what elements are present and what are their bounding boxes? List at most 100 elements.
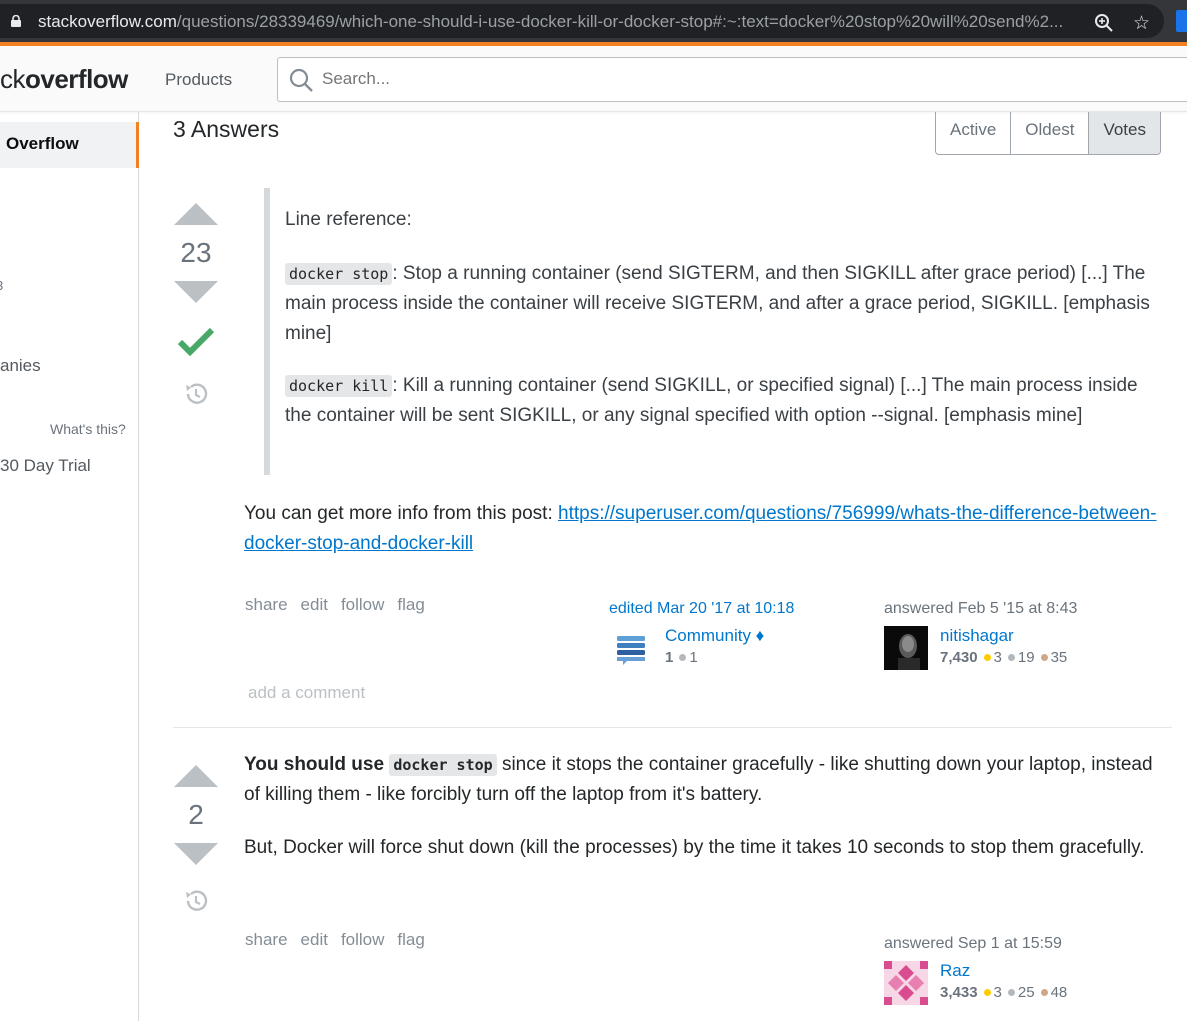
history-icon[interactable] <box>182 887 210 915</box>
search-input[interactable] <box>322 69 922 89</box>
gold-count: 3 <box>993 649 1002 666</box>
answers-count: 3 Answers <box>173 116 280 142</box>
quote-stop-text: : Stop a running container (send SIGTERM… <box>285 263 1150 344</box>
logo-prefix: ck <box>0 64 26 94</box>
blockquote: Line reference: docker stop: Stop a runn… <box>264 188 1154 475</box>
silver-badge-icon <box>679 654 687 661</box>
author-reputation: 7,430 3 19 35 <box>940 649 1067 666</box>
silver-count: 19 <box>1017 649 1035 666</box>
code-docker-stop: docker stop <box>285 263 393 285</box>
history-icon[interactable] <box>182 380 210 408</box>
answer2-bold-intro: You should use <box>244 754 390 775</box>
edit-link[interactable]: edit <box>301 930 328 950</box>
quote-stop-paragraph: docker stop: Stop a running container (s… <box>285 259 1154 349</box>
bronze-count: 35 <box>1050 649 1068 666</box>
upvote-icon[interactable] <box>174 203 218 225</box>
silver-badge-icon <box>1007 989 1015 996</box>
answer2-paragraph-2: But, Docker will force shut down (kill t… <box>244 837 1145 858</box>
gold-badge-icon <box>983 989 991 996</box>
upvote-icon[interactable] <box>174 765 218 787</box>
community-avatar[interactable] <box>609 626 653 670</box>
share-link[interactable]: share <box>245 595 288 615</box>
sidebar-item-companies[interactable]: anies <box>0 356 41 376</box>
sort-tabs: Active Oldest Votes <box>935 112 1161 155</box>
author-card: Raz 3,433 3 25 48 <box>884 961 1124 1005</box>
downvote-icon[interactable] <box>174 843 218 865</box>
logo-suffix: overflow <box>25 64 128 94</box>
answer2-paragraph-1: You should use docker stop since it stop… <box>244 750 1164 810</box>
tab-votes[interactable]: Votes <box>1089 112 1160 154</box>
bronze-badge-icon <box>1040 654 1048 661</box>
flag-link[interactable]: flag <box>397 930 424 950</box>
code-docker-kill: docker kill <box>285 375 393 397</box>
editor-name[interactable]: Community ♦ <box>665 626 764 646</box>
edited-signature: edited Mar 20 '17 at 10:18 Community ♦ 1… <box>609 600 869 670</box>
answer-divider <box>173 727 1172 728</box>
edited-time[interactable]: edited Mar 20 '17 at 10:18 <box>609 600 869 618</box>
quote-kill-paragraph: docker kill: Kill a running container (s… <box>285 371 1154 431</box>
author-reputation: 3,433 3 25 48 <box>940 984 1067 1001</box>
products-menu[interactable]: Products <box>165 70 232 90</box>
bookmark-star-icon[interactable]: ☆ <box>1133 12 1150 35</box>
author-signature: answered Sep 1 at 15:59 Raz 3,433 3 25 48 <box>884 935 1124 1005</box>
bronze-badge-icon <box>1040 989 1048 996</box>
more-info-paragraph: You can get more info from this post: ht… <box>244 499 1164 559</box>
editor-silver-count: 1 <box>689 649 698 666</box>
author-details: nitishagar 7,430 3 19 35 <box>940 626 1067 670</box>
follow-link[interactable]: follow <box>341 595 384 615</box>
bronze-count: 48 <box>1050 984 1068 1001</box>
flag-link[interactable]: flag <box>397 595 424 615</box>
whats-this-link[interactable]: What's this? <box>50 421 126 437</box>
vote-cell: 2 <box>173 765 219 920</box>
left-sidebar <box>0 112 139 1021</box>
tab-oldest[interactable]: Oldest <box>1011 112 1090 154</box>
accepted-checkmark-icon <box>177 327 215 357</box>
author-rep: 7,430 <box>940 649 978 666</box>
sidebar-item-trial[interactable]: 30 Day Trial <box>0 456 91 476</box>
url-path: /questions/28339469/which-one-should-i-u… <box>176 12 1064 31</box>
search-icon <box>289 68 313 92</box>
raz-avatar[interactable] <box>884 961 928 1005</box>
tab-active[interactable]: Active <box>936 112 1012 154</box>
editor-details: Community ♦ 11 <box>665 626 764 670</box>
author-name[interactable]: Raz <box>940 961 1067 981</box>
url-host: stackoverflow.com <box>38 12 177 31</box>
gold-badge-icon <box>983 654 991 661</box>
site-logo[interactable]: ckoverflow <box>0 64 128 95</box>
vote-count: 2 <box>188 799 204 830</box>
lock-icon <box>11 15 21 27</box>
editor-rep: 1 <box>665 649 674 666</box>
nitishagar-avatar[interactable] <box>884 626 928 670</box>
vote-cell: 23 <box>173 203 219 413</box>
quote-intro: Line reference: <box>285 209 412 230</box>
follow-link[interactable]: follow <box>341 930 384 950</box>
zoom-icon[interactable] <box>1094 13 1114 33</box>
answered-time: answered Sep 1 at 15:59 <box>884 935 1062 952</box>
sidebar-item-stack-overflow[interactable]: Overflow <box>0 122 139 168</box>
search-box[interactable] <box>277 57 1187 102</box>
extension-icon[interactable] <box>1176 10 1187 32</box>
author-details: Raz 3,433 3 25 48 <box>940 961 1067 1005</box>
url-text[interactable]: stackoverflow.com/questions/28339469/whi… <box>38 12 1063 32</box>
share-link[interactable]: share <box>245 930 288 950</box>
author-rep: 3,433 <box>940 984 978 1001</box>
post-menu: share edit follow flag <box>245 930 425 950</box>
editor-reputation: 11 <box>665 649 764 666</box>
edit-link[interactable]: edit <box>301 595 328 615</box>
code-docker-stop: docker stop <box>389 754 497 776</box>
editor-card: Community ♦ 11 <box>609 626 869 670</box>
answered-time: answered Feb 5 '15 at 8:43 <box>884 600 1078 617</box>
downvote-icon[interactable] <box>174 281 218 303</box>
post-menu: share edit follow flag <box>245 595 425 615</box>
sidebar-count-label: 3 <box>0 278 3 293</box>
browser-toolbar: stackoverflow.com/questions/28339469/whi… <box>0 0 1187 42</box>
silver-count: 25 <box>1017 984 1035 1001</box>
author-name[interactable]: nitishagar <box>940 626 1067 646</box>
address-bar[interactable]: stackoverflow.com/questions/28339469/whi… <box>0 4 1164 38</box>
author-card: nitishagar 7,430 3 19 35 <box>884 626 1124 670</box>
silver-badge-icon <box>1007 654 1015 661</box>
add-comment-link[interactable]: add a comment <box>248 683 365 703</box>
site-header: ckoverflow Products <box>0 46 1187 112</box>
author-signature: answered Feb 5 '15 at 8:43 nitishagar 7,… <box>884 600 1124 670</box>
vote-count: 23 <box>180 237 212 268</box>
